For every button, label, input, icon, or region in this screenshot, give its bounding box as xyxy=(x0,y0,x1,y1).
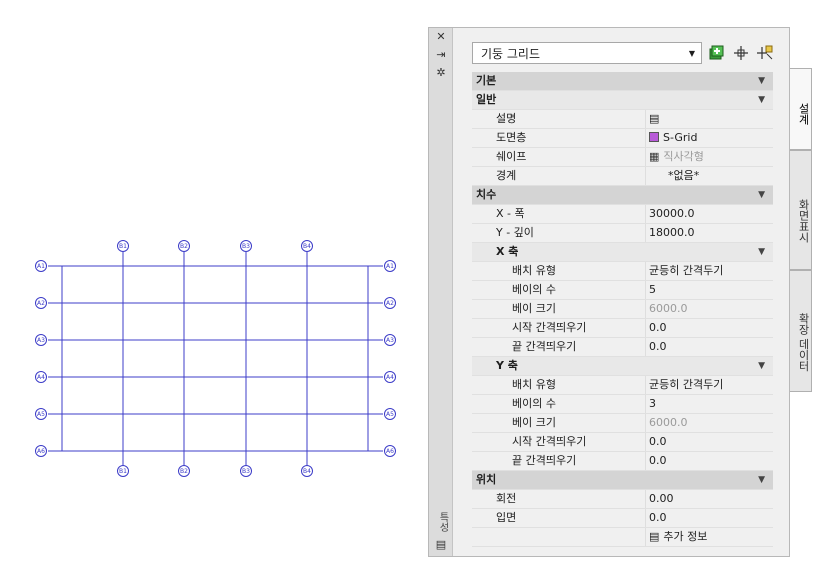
palette-title-strip: ✕ ⇥ ✲ 특성 ▤ xyxy=(429,28,453,556)
property-row-boundary[interactable]: 경계 *없음* xyxy=(472,167,773,186)
grid-bubble-left-3-label: A3 xyxy=(37,337,45,344)
quick-select-icon[interactable] xyxy=(756,44,774,62)
grid-bubble-bottom-1-label: B1 xyxy=(119,468,127,475)
style-dropdown-value: 기둥 그리드 xyxy=(481,47,541,61)
property-row-y-depth[interactable]: Y - 깊이 18000.0 xyxy=(472,224,773,243)
property-row-layer[interactable]: 도면층 S-Grid xyxy=(472,129,773,148)
grid-bubble-bottom-4-label: B4 xyxy=(303,468,311,475)
property-row-rotation[interactable]: 회전 0.00 xyxy=(472,490,773,509)
property-row-x-bay-size[interactable]: 베이 크기 6000.0 xyxy=(472,300,773,319)
tab-display[interactable]: 화면표시 xyxy=(790,150,812,270)
style-dropdown[interactable]: 기둥 그리드 ▼ xyxy=(472,42,702,64)
property-row-x-end-offset[interactable]: 끝 간격띄우기 0.0 xyxy=(472,338,773,357)
property-row-elevation[interactable]: 입면 0.0 xyxy=(472,509,773,528)
category-location[interactable]: 위치 ▼ xyxy=(472,471,773,490)
grid-bubble-left-6-label: A6 xyxy=(37,448,45,455)
palette-settings-icon[interactable]: ✲ xyxy=(433,66,449,80)
chevron-down-icon: ▼ xyxy=(758,95,765,105)
chevron-down-icon: ▼ xyxy=(758,190,765,200)
pick-point-icon[interactable] xyxy=(732,44,750,62)
category-dimensions[interactable]: 치수 ▼ xyxy=(472,186,773,205)
grid-bubble-right-5-label: A5 xyxy=(386,411,394,418)
chevron-down-icon: ▼ xyxy=(758,247,765,257)
close-icon[interactable]: ✕ xyxy=(433,30,449,44)
grid-bubble-right-3-label: A3 xyxy=(386,337,394,344)
palette-toggle-icon[interactable]: ▤ xyxy=(433,538,449,552)
grid-bubble-bottom-2-label: B2 xyxy=(180,468,188,475)
description-icon[interactable]: ▤ xyxy=(649,110,659,128)
grid-bubble-left-4-label: A4 xyxy=(37,374,45,381)
grid-bubble-top-2-label: B2 xyxy=(180,243,188,250)
chevron-down-icon: ▼ xyxy=(758,76,765,86)
category-basic[interactable]: 기본 ▼ xyxy=(472,72,773,91)
tab-extended-data[interactable]: 확장 데이터 xyxy=(790,270,812,392)
grid-shape-icon: ▦ xyxy=(649,150,660,163)
grid-bubble-top-3-label: B3 xyxy=(242,243,250,250)
chevron-down-icon: ▼ xyxy=(688,49,695,58)
grid-bubble-left-1-label: A1 xyxy=(37,263,45,270)
grid-bubble-left-2-label: A2 xyxy=(37,300,45,307)
tab-design[interactable]: 설계 xyxy=(790,68,812,150)
property-row-y-start-offset[interactable]: 시작 간격띄우기 0.0 xyxy=(472,433,773,452)
property-row-x-bay-count[interactable]: 베이의 수5 xyxy=(472,281,773,300)
grid-bubble-right-2-label: A2 xyxy=(386,300,394,307)
property-row-y-end-offset[interactable]: 끝 간격띄우기 0.0 xyxy=(472,452,773,471)
property-row-shape[interactable]: 쉐이프 ▦ 직사각형 xyxy=(472,148,773,167)
property-row-x-width[interactable]: X - 폭 30000.0 xyxy=(472,205,773,224)
property-row-y-layout-type[interactable]: 배치 유형 균등히 간격두기 xyxy=(472,376,773,395)
grid-bubble-right-6-label: A6 xyxy=(386,448,394,455)
grid-bubble-top-1-label: B1 xyxy=(119,243,127,250)
property-grid: 기본 ▼ 일반 ▼ 설명 ▤ 도면층 S-Grid 쉐이프 ▦ 직사각형 경계 *없음… xyxy=(472,72,773,547)
layer-color-swatch xyxy=(649,132,659,142)
property-row-y-bay-size[interactable]: 베이 크기 6000.0 xyxy=(472,414,773,433)
properties-palette: ✕ ⇥ ✲ 특성 ▤ 기둥 그리드 ▼ 설계 화면표시 확장 데이터 기본 ▼ 일… xyxy=(428,27,812,557)
grid-bubble-right-1-label: A1 xyxy=(386,263,394,270)
group-general[interactable]: 일반 ▼ xyxy=(472,91,773,110)
palette-title: 특성 xyxy=(437,512,448,532)
property-row-y-bay-count[interactable]: 베이의 수3 xyxy=(472,395,773,414)
auto-hide-icon[interactable]: ⇥ xyxy=(433,48,449,62)
property-row-additional-info[interactable]: ▤ 추가 정보 xyxy=(472,528,773,547)
add-style-icon[interactable] xyxy=(708,44,726,62)
column-grid[interactable]: B1 B2 B3 B4 B1 B2 B3 B4 A1 A2 A3 A4 A5 A6 A1 A2 A3 A4 A5 A6 xyxy=(0,0,420,574)
grid-bubble-top-4-label: B4 xyxy=(303,243,311,250)
additional-info-icon: ▤ xyxy=(649,530,660,543)
property-row-x-start-offset[interactable]: 시작 간격띄우기 0.0 xyxy=(472,319,773,338)
grid-bubble-bottom-3-label: B3 xyxy=(242,468,250,475)
chevron-down-icon: ▼ xyxy=(758,475,765,485)
grid-bubble-right-4-label: A4 xyxy=(386,374,394,381)
chevron-down-icon: ▼ xyxy=(758,361,765,371)
property-row-description[interactable]: 설명 ▤ xyxy=(472,110,773,129)
group-x-axis[interactable]: X 축 ▼ xyxy=(472,243,773,262)
grid-bubble-left-5-label: A5 xyxy=(37,411,45,418)
group-y-axis[interactable]: Y 축 ▼ xyxy=(472,357,773,376)
property-row-x-layout-type[interactable]: 배치 유형 균등히 간격두기 xyxy=(472,262,773,281)
drawing-canvas[interactable]: B1 B2 B3 B4 B1 B2 B3 B4 A1 A2 A3 A4 A5 A6 A1 A2 A3 A4 A5 A6 xyxy=(0,0,420,574)
